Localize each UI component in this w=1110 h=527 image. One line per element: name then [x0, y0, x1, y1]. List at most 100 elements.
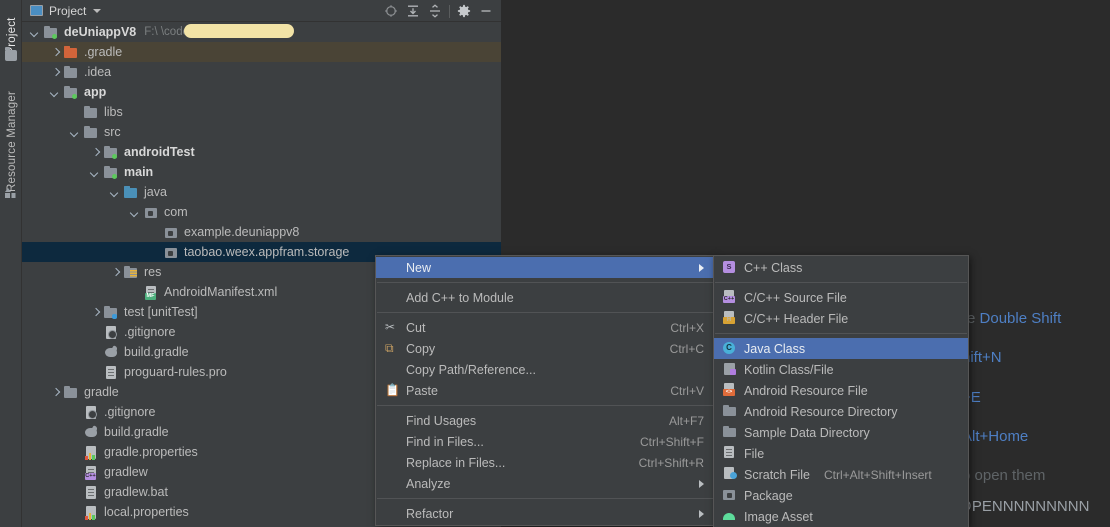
- tree-row-label: taobao.weex.appfram.storage: [184, 245, 350, 259]
- folder-icon: [63, 384, 79, 400]
- menu-item-shortcut: Alt+F7: [668, 413, 704, 428]
- chevron-down-icon[interactable]: [30, 27, 41, 38]
- java-class-icon: C: [722, 340, 737, 355]
- menu-item[interactable]: New: [376, 257, 714, 278]
- tree-row[interactable]: androidTest: [22, 142, 501, 162]
- tree-row[interactable]: libs: [22, 102, 501, 122]
- tree-row-label: deUniappV8: [64, 25, 137, 39]
- submenu-item[interactable]: S C++ Class: [714, 257, 968, 278]
- chevron-right-icon[interactable]: [110, 267, 121, 278]
- menu-item[interactable]: Refactor: [376, 503, 714, 524]
- chevron-right-icon[interactable]: [90, 147, 101, 158]
- chevron-right-icon[interactable]: [50, 47, 61, 58]
- tree-row[interactable]: .idea: [22, 62, 501, 82]
- chevron-right-icon[interactable]: [90, 307, 101, 318]
- menu-separator: [377, 498, 713, 499]
- settings-gear-icon[interactable]: [453, 0, 475, 22]
- menu-item-label: Copy Path/Reference...: [406, 362, 536, 377]
- folder-icon[interactable]: [5, 47, 17, 61]
- cpp-header-icon: H: [722, 310, 737, 325]
- ide-window: re Double Shift hift+N +E Alt+Homeo open…: [0, 0, 1110, 527]
- tree-row-label: test [unitTest]: [124, 305, 198, 319]
- properties-file-icon: [83, 504, 99, 520]
- submenu-item[interactable]: Sample Data Directory: [714, 422, 968, 443]
- collapse-all-icon[interactable]: [424, 0, 446, 22]
- chevron-down-icon[interactable]: [70, 127, 81, 138]
- gradle-file-icon: [103, 344, 119, 360]
- menu-item-label: Paste: [406, 383, 438, 398]
- tree-row[interactable]: com: [22, 202, 501, 222]
- chevron-right-icon[interactable]: [50, 387, 61, 398]
- tree-row[interactable]: .gradle: [22, 42, 501, 62]
- submenu-item[interactable]: <> Android Resource File: [714, 380, 968, 401]
- menu-separator: [715, 333, 967, 334]
- menu-item-shortcut: Ctrl+C: [669, 341, 704, 356]
- menu-item[interactable]: Add C++ to Module: [376, 287, 714, 308]
- menu-item[interactable]: Replace in Files... Ctrl+Shift+R: [376, 452, 714, 473]
- submenu-item-label: Android Resource Directory: [744, 404, 898, 419]
- tree-row[interactable]: app: [22, 82, 501, 102]
- tool-tab-project[interactable]: Project: [6, 0, 18, 78]
- menu-item-label: Refactor: [406, 506, 454, 521]
- tree-row-label: local.properties: [104, 505, 189, 519]
- menu-item[interactable]: 📋 Paste Ctrl+V: [376, 380, 714, 401]
- hint-shortcut: Double Shift: [979, 310, 1062, 327]
- tree-row[interactable]: java: [22, 182, 501, 202]
- chevron-right-icon: [699, 263, 704, 272]
- submenu-item[interactable]: File: [714, 443, 968, 464]
- tree-row-label: res: [144, 265, 162, 279]
- submenu-item[interactable]: Kotlin Class/File: [714, 359, 968, 380]
- module-folder-icon: [103, 144, 119, 160]
- menu-item-shortcut: Ctrl+Shift+F: [639, 434, 704, 449]
- hint-shortcut: Alt+Home: [962, 428, 1029, 445]
- menu-item-shortcut: Ctrl+Shift+R: [638, 455, 704, 470]
- hide-panel-icon[interactable]: [475, 0, 497, 22]
- chevron-right-icon[interactable]: [50, 67, 61, 78]
- menu-item[interactable]: Find in Files... Ctrl+Shift+F: [376, 431, 714, 452]
- new-submenu[interactable]: S C++ Class C++ C/C++ Source File H C/C++ Hea…: [713, 255, 969, 527]
- scroll-from-source-icon[interactable]: [380, 0, 402, 22]
- chevron-down-icon[interactable]: [130, 207, 141, 218]
- submenu-item[interactable]: Android Resource Directory: [714, 401, 968, 422]
- tree-row[interactable]: main: [22, 162, 501, 182]
- menu-item[interactable]: ✂ Cut Ctrl+X: [376, 317, 714, 338]
- tree-row-label: libs: [104, 105, 123, 119]
- submenu-item[interactable]: C++ C/C++ Source File: [714, 287, 968, 308]
- tree-row-label: app: [84, 85, 107, 99]
- chevron-down-icon[interactable]: [93, 8, 102, 13]
- gitignore-file-icon: [83, 404, 99, 420]
- tree-row-label: build.gradle: [104, 425, 169, 439]
- menu-item[interactable]: Copy Path/Reference...: [376, 359, 714, 380]
- menu-item[interactable]: ⧉ Copy Ctrl+C: [376, 338, 714, 359]
- chevron-down-icon[interactable]: [90, 167, 101, 178]
- submenu-item[interactable]: Package: [714, 485, 968, 506]
- chevron-down-icon[interactable]: [110, 187, 121, 198]
- context-menu[interactable]: New Add C++ to Module ✂ Cut Ctrl+X ⧉ Copy Ctrl+…: [375, 255, 715, 526]
- tree-row-label: gradle: [84, 385, 119, 399]
- package-icon: [163, 244, 179, 260]
- chevron-down-icon[interactable]: [50, 87, 61, 98]
- module-folder-icon: [43, 24, 59, 40]
- submenu-item[interactable]: C Java Class: [714, 338, 968, 359]
- tree-row[interactable]: src: [22, 122, 501, 142]
- submenu-item[interactable]: H C/C++ Header File: [714, 308, 968, 329]
- folder-icon: [722, 403, 737, 418]
- tree-row[interactable]: example.deuniappv8: [22, 222, 501, 242]
- expand-all-icon[interactable]: [402, 0, 424, 22]
- resource-manager-icon[interactable]: [5, 186, 17, 198]
- menu-separator: [377, 282, 713, 283]
- submenu-item[interactable]: Scratch File Ctrl+Alt+Shift+Insert: [714, 464, 968, 485]
- menu-item[interactable]: Analyze: [376, 473, 714, 494]
- submenu-item[interactable]: Image Asset: [714, 506, 968, 527]
- tool-tab-resource-manager[interactable]: Resource Manager: [6, 91, 18, 192]
- android-resource-file-icon: <>: [722, 382, 737, 397]
- editor-hint-row: o open them: [962, 467, 1045, 484]
- submenu-item-shortcut: Ctrl+Alt+Shift+Insert: [824, 467, 932, 482]
- menu-item[interactable]: Find Usages Alt+F7: [376, 410, 714, 431]
